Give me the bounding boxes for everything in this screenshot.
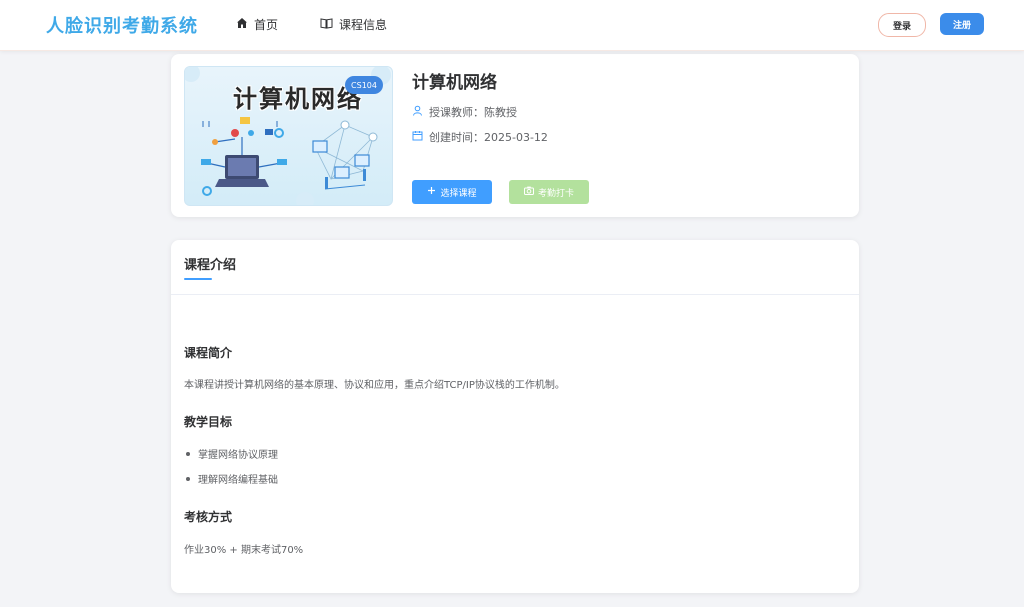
goals-heading: 教学目标	[184, 415, 233, 429]
course-teacher-meta: 授课教师：陈教授	[412, 104, 517, 120]
course-code-badge: CS104	[345, 76, 383, 94]
summary-heading: 课程简介	[184, 346, 233, 360]
created-label: 创建时间：	[429, 131, 484, 144]
course-title: 计算机网络	[412, 73, 497, 93]
checkin-label: 考勤打卡	[537, 188, 574, 199]
course-intro-card: 课程介绍 课程简介 本课程讲授计算机网络的基本原理、协议和应用，重点介绍TCP/…	[171, 240, 859, 593]
active-tab-indicator	[184, 278, 212, 280]
assessment-text: 作业30% + 期末考试70%	[184, 545, 304, 556]
teacher-label: 授课教师：	[429, 106, 484, 119]
plus-icon	[427, 186, 436, 198]
summary-text: 本课程讲授计算机网络的基本原理、协议和应用，重点介绍TCP/IP协议栈的工作机制…	[184, 380, 565, 391]
bullet-icon	[186, 451, 190, 456]
assessment-heading: 考核方式	[184, 510, 233, 524]
list-item: 掌握网络协议原理	[186, 446, 278, 461]
login-button[interactable]: 登录	[878, 13, 926, 37]
nav-home-label: 首页	[254, 18, 279, 32]
list-item: 理解网络编程基础	[186, 471, 278, 486]
top-header: 人脸识别考勤系统 首页 课程信息 登录 注册	[0, 0, 1024, 51]
cover-title-text: 计算机网络	[233, 85, 363, 113]
bullet-icon	[186, 476, 190, 481]
nav-course-info[interactable]: 课程信息	[320, 16, 387, 33]
camera-icon	[523, 186, 534, 198]
course-info-card: 计算机网络 CS104 计算机网络 授课教师：陈教授 创建时间：2025-03-…	[171, 54, 859, 217]
nav-home[interactable]: 首页	[236, 16, 278, 33]
tab-course-intro[interactable]: 课程介绍	[184, 254, 236, 273]
app-logo[interactable]: 人脸识别考勤系统	[46, 12, 198, 38]
teacher-name: 陈教授	[484, 106, 517, 119]
user-icon	[412, 105, 423, 119]
select-course-label: 选择课程	[440, 188, 477, 199]
book-icon	[320, 17, 333, 32]
checkin-button[interactable]: 考勤打卡	[509, 180, 589, 204]
course-created-meta: 创建时间：2025-03-12	[412, 129, 548, 145]
tab-divider	[171, 294, 859, 295]
nav-course-label: 课程信息	[339, 18, 388, 32]
home-icon	[236, 17, 248, 32]
created-date: 2025-03-12	[484, 131, 548, 144]
course-cover-image: 计算机网络 CS104	[184, 66, 393, 206]
calendar-icon	[412, 130, 423, 144]
register-button[interactable]: 注册	[940, 13, 984, 35]
select-course-button[interactable]: 选择课程	[412, 180, 492, 204]
